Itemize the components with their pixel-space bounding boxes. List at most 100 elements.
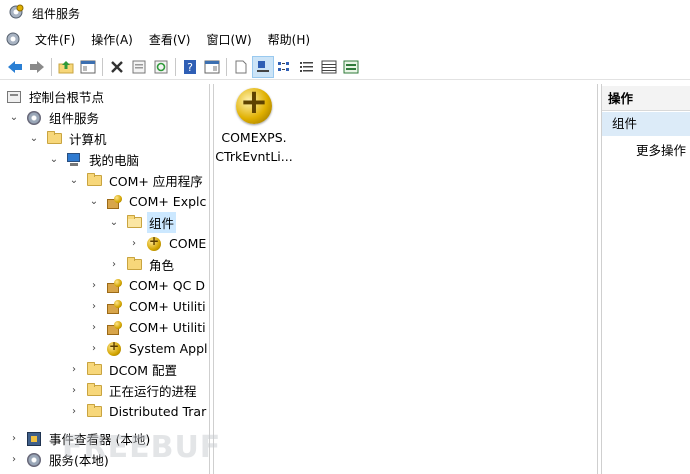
menu-window[interactable]: 窗口(W) xyxy=(198,29,259,51)
small-icons-view-icon xyxy=(278,61,289,71)
list-view-icon xyxy=(300,61,313,72)
collapse-chevron-icon[interactable]: ⌄ xyxy=(108,217,120,229)
tree-item-label: Distributed Trar xyxy=(109,404,207,419)
folder-icon xyxy=(86,383,102,399)
tree-item-com-plus-utilities-1[interactable]: › COM+ Utiliti xyxy=(88,296,208,317)
refresh-button[interactable] xyxy=(150,56,172,78)
tree-item-roles[interactable]: › 角色 xyxy=(108,254,176,275)
actions-group-components[interactable]: 组件 xyxy=(602,112,690,136)
collapse-chevron-icon[interactable]: ⌄ xyxy=(8,112,20,124)
tree-item-label: COM+ Explc xyxy=(129,194,207,209)
component-list-item[interactable]: COMEXPS. CTrkEvntLi... xyxy=(214,84,294,174)
title-bar: 组件服务 xyxy=(0,0,690,26)
forward-button[interactable] xyxy=(26,56,48,78)
tree-item-console-root[interactable]: 控制台根节点 xyxy=(6,86,106,107)
console-root-icon xyxy=(6,89,22,105)
tree-item-label: System Appl xyxy=(129,341,208,356)
folder-icon xyxy=(86,404,102,420)
tree-item-running-processes[interactable]: › 正在运行的进程 xyxy=(68,380,199,401)
component-name-line2: CTrkEvntLi... xyxy=(215,149,293,164)
tree-item-label: 角色 xyxy=(149,258,175,273)
svg-text:?: ? xyxy=(187,61,193,74)
folder-icon xyxy=(86,362,102,378)
watermark-logo: FREEBUF xyxy=(62,430,222,465)
com-component-ball-icon xyxy=(236,84,272,124)
tree-item-system-application[interactable]: › System Appl xyxy=(88,338,209,359)
com-application-package-icon xyxy=(106,299,122,315)
tree-item-label: 组件服务 xyxy=(49,111,100,126)
forward-icon xyxy=(30,60,44,73)
more-actions-link[interactable]: 更多操作 xyxy=(636,140,686,159)
tree-item-components[interactable]: ⌄ 组件 xyxy=(108,212,177,233)
tree-item-component-come[interactable]: › COME xyxy=(128,233,208,254)
com-application-package-icon xyxy=(106,320,122,336)
folder-icon xyxy=(86,173,102,189)
large-icons-view-button[interactable] xyxy=(252,55,274,78)
up-folder-icon xyxy=(58,60,74,73)
collapse-chevron-icon[interactable]: ⌄ xyxy=(48,154,60,166)
tree-item-label: COM+ Utiliti xyxy=(129,320,206,335)
actions-pane: 操作 组件 更多操作 xyxy=(601,84,690,474)
toolbar-separator xyxy=(51,57,52,76)
properties-button[interactable] xyxy=(128,56,150,78)
large-icons-view-icon xyxy=(257,60,269,72)
menu-action[interactable]: 操作(A) xyxy=(83,29,141,51)
menu-file[interactable]: 文件(F) xyxy=(27,29,83,51)
show-hide-console-tree-button[interactable] xyxy=(77,56,99,78)
expand-chevron-icon[interactable]: › xyxy=(8,433,20,445)
delete-button[interactable] xyxy=(106,56,128,78)
actions-header: 操作 xyxy=(602,86,690,111)
component-services-gear-icon xyxy=(26,110,42,126)
expand-chevron-icon[interactable]: › xyxy=(128,238,140,250)
menu-help[interactable]: 帮助(H) xyxy=(260,29,318,51)
expand-chevron-icon[interactable]: › xyxy=(88,301,100,313)
show-hide-action-pane-icon xyxy=(204,60,220,73)
show-hide-tree-icon xyxy=(80,60,96,73)
tree-item-com-plus-utilities-2[interactable]: › COM+ Utiliti xyxy=(88,317,208,338)
tree-item-com-plus-explorer[interactable]: ⌄ COM+ Explc xyxy=(88,191,208,212)
tree-item-label: DCOM 配置 xyxy=(109,363,177,378)
tree-item-dcom-config[interactable]: › DCOM 配置 xyxy=(68,359,179,380)
tree-item-component-services[interactable]: ⌄ 组件服务 xyxy=(8,107,101,128)
tree-item-label: 计算机 xyxy=(69,132,107,147)
expand-chevron-icon[interactable]: › xyxy=(108,259,120,271)
list-view-button[interactable] xyxy=(296,56,318,78)
system-menu-icon[interactable] xyxy=(5,31,21,50)
back-icon xyxy=(8,60,22,73)
console-tree-pane: 控制台根节点 ⌄ 组件服务 ⌄ 计算机 ⌄ 我的电脑 ⌄ COM+ 应用程序 ⌄… xyxy=(0,84,210,474)
export-list-icon xyxy=(235,60,247,73)
tree-item-label: COME xyxy=(169,236,207,251)
expand-chevron-icon[interactable]: › xyxy=(88,322,100,334)
expand-chevron-icon[interactable]: › xyxy=(68,406,80,418)
event-viewer-icon xyxy=(26,431,42,447)
tree-item-com-plus-applications[interactable]: ⌄ COM+ 应用程序 xyxy=(68,170,205,191)
collapse-chevron-icon[interactable]: ⌄ xyxy=(28,133,40,145)
tree-item-distributed-transaction[interactable]: › Distributed Trar xyxy=(68,401,208,422)
expand-chevron-icon[interactable]: › xyxy=(88,343,100,355)
expand-chevron-icon[interactable]: › xyxy=(88,280,100,292)
collapse-chevron-icon[interactable]: ⌄ xyxy=(88,196,100,208)
menu-view[interactable]: 查看(V) xyxy=(141,29,199,51)
small-icons-view-button[interactable] xyxy=(274,56,296,78)
back-button[interactable] xyxy=(4,56,26,78)
com-component-ball-icon xyxy=(146,234,162,252)
tree-item-computers[interactable]: ⌄ 计算机 xyxy=(28,128,109,149)
tree-item-my-computer[interactable]: ⌄ 我的电脑 xyxy=(48,149,141,170)
tree-item-com-plus-qc[interactable]: › COM+ QC D xyxy=(88,275,207,296)
details-view-button[interactable] xyxy=(318,56,340,78)
expand-chevron-icon[interactable]: › xyxy=(68,385,80,397)
export-list-button[interactable] xyxy=(230,56,252,78)
collapse-chevron-icon[interactable]: ⌄ xyxy=(68,175,80,187)
up-one-level-button[interactable] xyxy=(55,56,77,78)
expand-chevron-icon[interactable]: › xyxy=(68,364,80,376)
properties-icon xyxy=(132,60,146,73)
help-button[interactable]: ? xyxy=(179,56,201,78)
tree-item-label: 组件 xyxy=(147,212,177,233)
status-view-button[interactable] xyxy=(340,56,362,78)
toolbar-separator xyxy=(175,57,176,76)
tree-item-label: COM+ 应用程序 xyxy=(109,174,203,189)
show-hide-action-pane-button[interactable] xyxy=(201,56,223,78)
expand-chevron-icon[interactable]: › xyxy=(8,454,20,466)
tree-item-label: 我的电脑 xyxy=(89,153,140,168)
folder-icon xyxy=(46,131,62,147)
